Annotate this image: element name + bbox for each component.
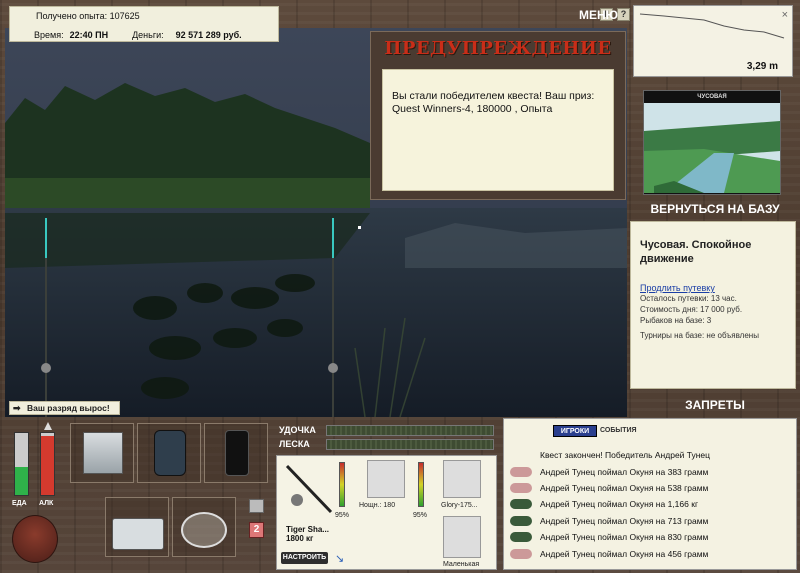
arrow-icon: ↘ (335, 553, 345, 565)
rod-icon[interactable] (283, 460, 335, 518)
lure-icon[interactable] (443, 516, 481, 558)
alcohol-label: АЛК (39, 500, 54, 507)
log-line: Андрей Тунец поймал Окуня на 538 грамм (510, 480, 792, 496)
day-cost: Стоимость дня: 17 000 руб. (640, 305, 743, 314)
help-button[interactable]: ? (617, 8, 630, 21)
log-line: Андрей Тунец поймал Окуня на 383 грамм (510, 463, 792, 479)
line-tension-bar (326, 439, 494, 450)
warning-dialog: ПРЕДУПРЕЖДЕНИЕ Вы стали победителем квес… (370, 31, 626, 200)
rod-name: Tiger Sha... (286, 525, 329, 534)
slot-count-badge: 2 (249, 522, 264, 538)
time-label: Время: (34, 30, 64, 40)
tournaments-status: Турниры на базе: не объявлены (640, 331, 759, 340)
permit-remaining: Осталось путевки: 13 час. (640, 294, 737, 303)
log-lines: Квест закончен! Победитель Андрей Тунец … (510, 447, 792, 562)
catch-icon (510, 482, 532, 493)
depth-value: 3,29 m (746, 61, 778, 72)
rank-message: Ваш разряд вырос! (27, 403, 110, 413)
location-picture (644, 103, 780, 193)
slot-scroll[interactable] (250, 425, 268, 485)
landing-net-icon (181, 512, 227, 548)
arrow-right-icon: ➡ (13, 403, 21, 413)
slot-button[interactable] (249, 499, 264, 513)
close-icon[interactable]: × (782, 9, 788, 21)
anglers-count: Рыбаков на базе: 3 (640, 316, 712, 325)
tab-events[interactable]: СОБЫТИЯ (600, 427, 637, 434)
fish-icon (510, 499, 532, 510)
lake-title: Чусовая. Спокойное движение (640, 239, 752, 265)
exp-value: 107625 (109, 11, 140, 21)
bans-button[interactable]: ЗАПРЕТЫ (640, 398, 790, 412)
location-image[interactable]: ЧУСОВАЯ (643, 90, 781, 195)
fish-icon (510, 515, 532, 526)
reel-name: Нощн.: 180 (359, 502, 396, 509)
landing-net-slot[interactable] (172, 497, 236, 557)
backpack-icon (154, 430, 186, 476)
log-line: Андрей Тунец поймал Окуня на 713 грамм (510, 513, 792, 529)
food-label: ЕДА (12, 500, 27, 507)
reel-wear-gauge (418, 462, 424, 507)
reel-percent: 95% (413, 512, 428, 519)
extend-permit-link[interactable]: Продлить путевку (640, 283, 786, 293)
rank-notice[interactable]: ➡ Ваш разряд вырос! (9, 401, 120, 415)
menu-button[interactable]: МЕНЮ (579, 8, 618, 22)
fish-icon (510, 532, 532, 543)
catch-icon (510, 548, 532, 559)
catch-icon (510, 466, 532, 477)
flag-icon (510, 450, 532, 460)
money-value: 92 571 289 руб. (175, 30, 242, 40)
exp-label: Получено опыта: (36, 11, 108, 21)
caret-up-icon (44, 422, 52, 430)
tackle-panel: 95% Tiger Sha... 1800 кг НАСТРОИТЬ ↘ 95%… (276, 455, 497, 570)
lure-box-slot[interactable] (105, 497, 169, 557)
tackle-box-icon (83, 432, 123, 474)
line-label: ЛЕСКА (279, 439, 310, 449)
chat-log-panel: ИГРОКИ СОБЫТИЯ Квест закончен! Победител… (503, 418, 797, 570)
alcohol-meter (40, 432, 55, 496)
backpack-slot[interactable] (137, 423, 201, 483)
setup-button[interactable]: НАСТРОИТЬ (281, 552, 328, 564)
lure-name: Маленькая (443, 561, 480, 568)
food-meter (14, 432, 29, 496)
line-spool-icon[interactable] (443, 460, 481, 498)
tab-players[interactable]: ИГРОКИ (553, 425, 597, 437)
money-label: Деньги: (132, 30, 164, 40)
tackle-box-slot[interactable] (70, 423, 134, 483)
rod-tension-bar (326, 425, 494, 436)
rod-percent: 95% (335, 512, 350, 519)
bait-bucket-icon[interactable] (12, 515, 58, 563)
time-value: 22:40 ПН (69, 30, 109, 40)
warning-title: ПРЕДУПРЕЖДЕНИЕ (384, 38, 612, 59)
warning-message: Вы стали победителем квеста! Ваш приз: Q… (382, 69, 614, 191)
log-line: Андрей Тунец поймал Окуня на 1,166 кг (510, 496, 792, 512)
player-info-panel: Получено опыта: 107625 Время: 22:40 ПН Д… (9, 6, 279, 42)
return-to-base-button[interactable]: ВЕРНУТЬСЯ НА БАЗУ (640, 202, 790, 216)
phone-icon (225, 430, 249, 476)
lake-info-panel: Чусовая. Спокойное движение Продлить пут… (630, 221, 796, 389)
rod-weight: 1800 кг (286, 534, 314, 543)
log-line: Андрей Тунец поймал Окуня на 830 грамм (510, 529, 792, 545)
log-line: Квест закончен! Победитель Андрей Тунец (510, 447, 792, 463)
rod-wear-gauge (339, 462, 345, 507)
rod-label: УДОЧКА (279, 425, 316, 435)
reel-icon[interactable] (367, 460, 405, 498)
line-name: Glory-175... (441, 502, 478, 509)
lure-box-icon (112, 518, 164, 550)
depth-panel: × 3,29 m (633, 5, 793, 77)
log-line: Андрей Тунец поймал Окуня на 456 грамм (510, 545, 792, 561)
